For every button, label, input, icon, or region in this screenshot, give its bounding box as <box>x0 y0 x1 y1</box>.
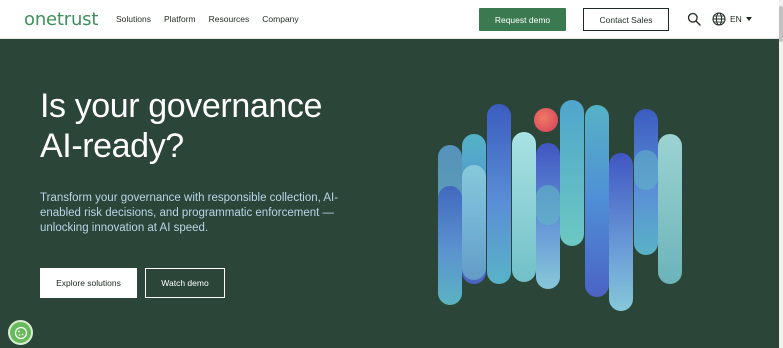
art-pill <box>658 134 682 284</box>
main-nav: Solutions Platform Resources Company <box>116 14 299 24</box>
search-icon[interactable] <box>687 12 701 26</box>
cookie-settings-icon <box>14 326 27 339</box>
chevron-down-icon <box>745 17 752 21</box>
contact-sales-button[interactable]: Contact Sales <box>583 8 669 31</box>
hero-subheadline: Transform your governance with responsib… <box>40 192 339 234</box>
hero-illustration <box>438 100 682 311</box>
scrollbar-thumb[interactable] <box>779 6 783 42</box>
scrollbar-track[interactable] <box>779 0 783 348</box>
art-pill <box>634 150 658 190</box>
language-selector[interactable]: EN <box>712 12 752 26</box>
language-label: EN <box>730 14 742 24</box>
request-demo-button[interactable]: Request demo <box>479 8 566 31</box>
art-pill <box>560 100 584 246</box>
cookie-settings-button[interactable] <box>8 320 33 345</box>
hero-section: Is your governance AI-ready? Transform y… <box>0 39 779 348</box>
hero-headline-line1: Is your governance <box>40 87 322 125</box>
art-pill <box>585 105 609 297</box>
art-pill <box>438 186 462 304</box>
hero-headline: Is your governance AI-ready? <box>40 86 380 166</box>
globe-icon <box>712 12 726 26</box>
art-pill <box>462 165 486 280</box>
nav-company[interactable]: Company <box>262 14 298 24</box>
onetrust-logo[interactable]: onetrust <box>24 9 98 30</box>
art-pill <box>609 153 633 311</box>
explore-solutions-button[interactable]: Explore solutions <box>40 268 137 298</box>
nav-resources[interactable]: Resources <box>209 14 250 24</box>
art-pill <box>512 132 536 282</box>
art-pill <box>487 104 511 284</box>
art-dot <box>534 108 558 132</box>
hero-headline-line2: AI-ready? <box>40 127 184 165</box>
watch-demo-button[interactable]: Watch demo <box>145 268 225 298</box>
site-header: onetrust Solutions Platform Resources Co… <box>0 0 783 39</box>
nav-platform[interactable]: Platform <box>164 14 196 24</box>
art-pill <box>536 185 560 225</box>
nav-solutions[interactable]: Solutions <box>116 14 151 24</box>
